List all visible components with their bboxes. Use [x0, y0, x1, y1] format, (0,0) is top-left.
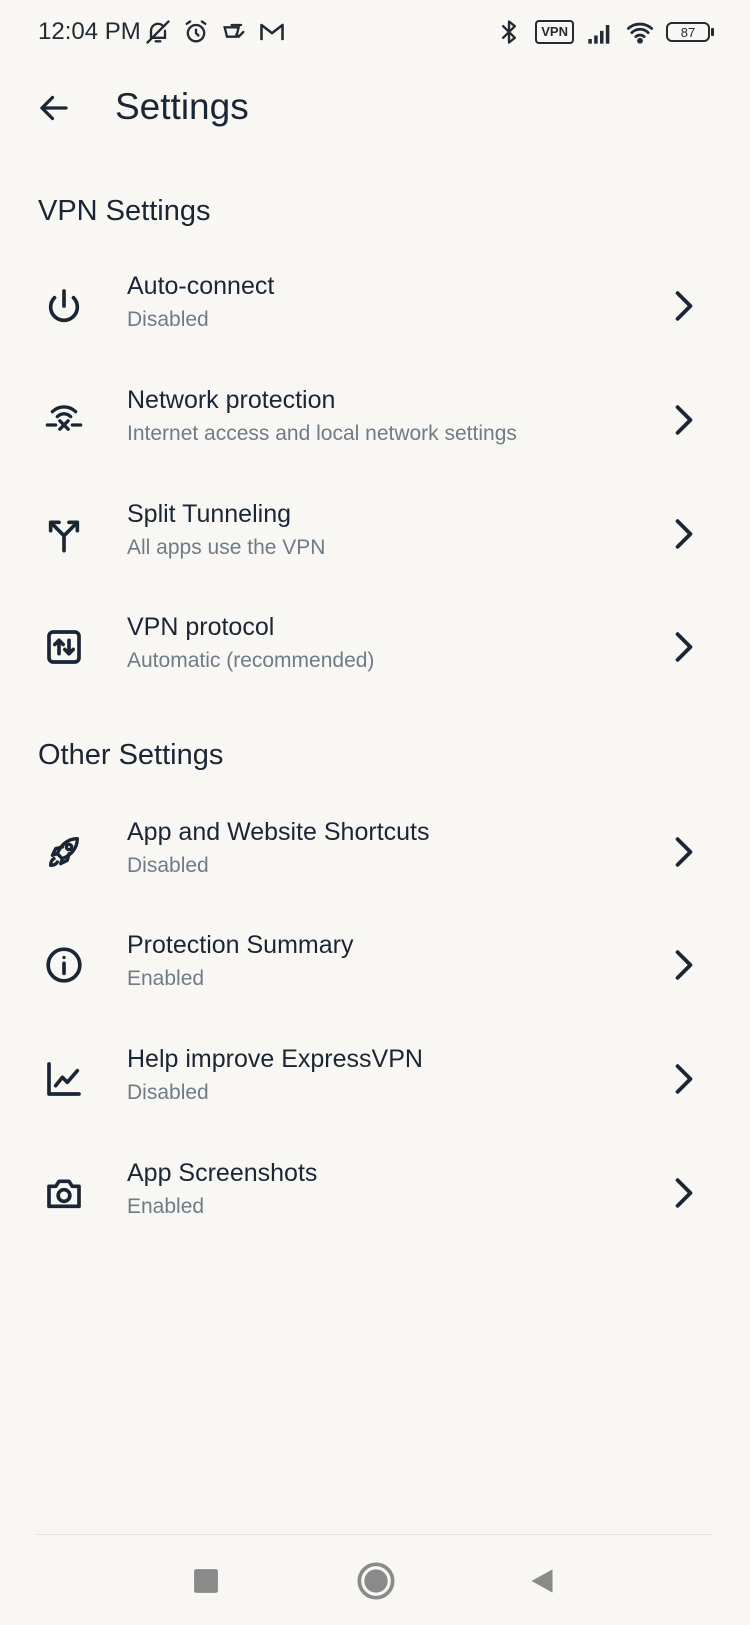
settings-item-split-tunneling[interactable]: Split Tunneling All apps use the VPN: [0, 484, 750, 596]
notification-icons: [144, 18, 286, 46]
signal-icon: [588, 25, 610, 44]
settings-item-title: Network protection: [127, 386, 336, 414]
bluetooth-icon: [502, 20, 517, 44]
settings-item-title: Auto-connect: [127, 272, 275, 300]
chevron-right-icon: [668, 1061, 700, 1097]
settings-item-subtitle: Internet access and local network settin…: [127, 422, 517, 445]
settings-item-auto-connect[interactable]: Auto-connect Disabled: [0, 256, 750, 368]
muted-bell-icon: [146, 20, 170, 44]
settings-item-vpn-protocol[interactable]: VPN protocol Automatic (recommended): [0, 597, 750, 709]
alarm-icon: [185, 20, 207, 43]
battery-icon: 87: [666, 22, 714, 42]
settings-item-title: Protection Summary: [127, 931, 354, 959]
system-nav-bar: [0, 1535, 750, 1625]
chevron-right-icon: [668, 402, 700, 438]
circle-icon: [357, 1562, 395, 1600]
wifi-icon: [626, 22, 654, 44]
settings-item-network-protection[interactable]: Network protection Internet access and l…: [0, 370, 750, 482]
settings-item-protection-summary[interactable]: Protection Summary Enabled: [0, 915, 750, 1027]
settings-item-help-improve[interactable]: Help improve ExpressVPN Disabled: [0, 1029, 750, 1141]
settings-item-subtitle: Disabled: [127, 1081, 209, 1104]
info-icon: [40, 941, 88, 989]
home-button[interactable]: [348, 1553, 404, 1609]
settings-item-subtitle: Automatic (recommended): [127, 649, 375, 672]
power-icon: [40, 282, 88, 330]
network-protection-icon: [40, 396, 88, 444]
back-button[interactable]: [30, 84, 78, 132]
chevron-right-icon: [668, 1175, 700, 1211]
settings-item-subtitle: Disabled: [127, 854, 209, 877]
settings-item-title: Help improve ExpressVPN: [127, 1045, 423, 1073]
gmail-icon: [260, 23, 284, 41]
settings-item-app-shortcuts[interactable]: App and Website Shortcuts Disabled: [0, 802, 750, 914]
chart-icon: [40, 1055, 88, 1103]
settings-item-title: Split Tunneling: [127, 500, 292, 528]
battery-level: 87: [680, 24, 696, 40]
rocket-icon: [40, 828, 88, 876]
app-notification-icon: [223, 23, 245, 39]
vpn-status-badge: VPN: [535, 20, 574, 44]
camera-icon: [40, 1169, 88, 1217]
settings-item-subtitle: Disabled: [127, 308, 209, 331]
system-icons: VPN 87: [495, 18, 714, 46]
recents-button[interactable]: [178, 1553, 234, 1609]
settings-item-app-screenshots[interactable]: App Screenshots Enabled: [0, 1143, 750, 1255]
settings-item-title: App Screenshots: [127, 1159, 318, 1187]
chevron-right-icon: [668, 288, 700, 324]
split-tunnel-icon: [40, 510, 88, 558]
arrow-left-icon: [40, 95, 68, 121]
settings-item-subtitle: Enabled: [127, 1195, 205, 1218]
back-nav-button[interactable]: [514, 1553, 570, 1609]
app-bar: Settings: [0, 66, 750, 166]
settings-item-subtitle: Enabled: [127, 967, 205, 990]
chevron-right-icon: [668, 834, 700, 870]
chevron-right-icon: [668, 629, 700, 665]
chevron-right-icon: [668, 516, 700, 552]
protocol-icon: [40, 623, 88, 671]
status-time: 12:04 PM: [38, 18, 141, 45]
section-header-other-settings: Other Settings: [38, 739, 224, 771]
square-icon: [194, 1569, 218, 1593]
settings-item-title: VPN protocol: [127, 613, 275, 641]
settings-item-title: App and Website Shortcuts: [127, 818, 430, 846]
page-title: Settings: [115, 86, 249, 127]
settings-item-subtitle: All apps use the VPN: [127, 536, 326, 559]
chevron-right-icon: [668, 947, 700, 983]
triangle-back-icon: [531, 1569, 553, 1593]
section-header-vpn-settings: VPN Settings: [38, 195, 211, 227]
status-bar: 12:04 PM VPN 87: [0, 0, 750, 66]
